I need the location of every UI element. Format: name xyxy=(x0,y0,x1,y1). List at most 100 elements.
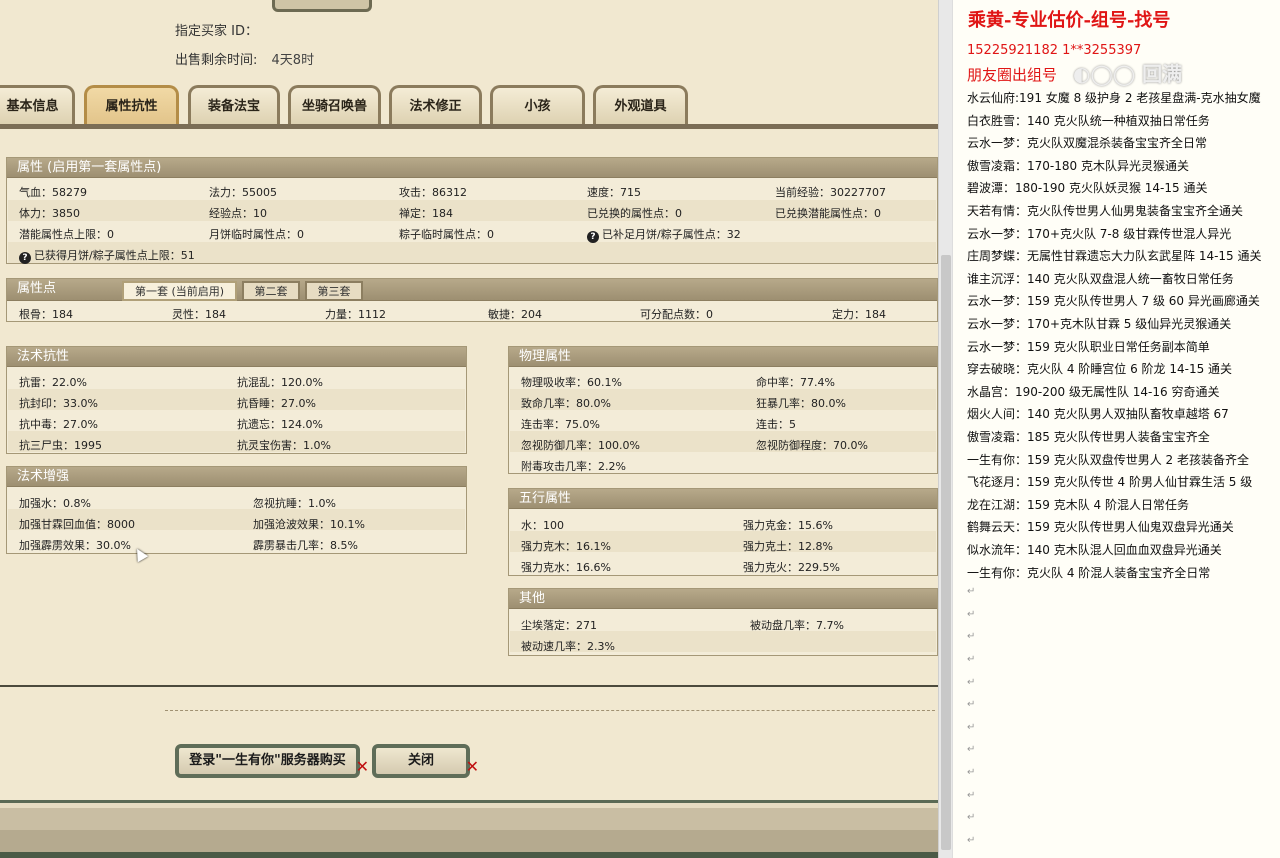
zongzi-temp-value: 粽子临时属性点：0 xyxy=(399,228,494,241)
note-line: 飞花逐月：159 克火队传世 4 阶男人仙甘霖生活 5 级 xyxy=(967,475,1253,490)
resist-lingbao: 抗灵宝伤害：1.0% xyxy=(237,439,331,452)
note-line: 云水一梦：159 克火队传世男人 7 级 60 异光画廊通关 xyxy=(967,294,1260,309)
note-line: 云水一梦：159 克火队职业日常任务副本简单 xyxy=(967,339,1210,354)
help-icon[interactable]: ? xyxy=(19,252,31,264)
note-line: 一生有你：克火队 4 阶混人装备宝宝齐全日常 xyxy=(967,565,1211,580)
vertical-scrollbar[interactable] xyxy=(938,0,952,858)
combo-rate: 连击率：75.0% xyxy=(521,418,600,431)
note-line: 傲雪凌霜：170-180 克木队异光灵猴通关 xyxy=(967,158,1189,173)
constitution-value: 根骨：184 xyxy=(19,308,73,321)
remaining-time-label: 出售剩余时间: xyxy=(175,53,258,68)
tab-baseline xyxy=(0,124,940,129)
paragraph-mark-icon: ↵ xyxy=(967,586,976,598)
buyer-id-label: 指定买家 ID： xyxy=(175,24,258,39)
subtab-set-1[interactable]: 第一套 (当前启用) xyxy=(122,281,237,301)
spirit-value: 灵性：184 xyxy=(172,308,226,321)
attribute-points-box: 属性点 第一套 (当前启用) 第二套 第三套 根骨：184 灵性：184 力量：… xyxy=(6,278,938,322)
tab-appearance[interactable]: 外观道具 xyxy=(593,85,688,125)
paragraph-mark-icon: ↵ xyxy=(967,812,976,824)
buyer-id-row: 指定买家 ID： xyxy=(175,20,268,39)
mp-value: 法力：55005 xyxy=(209,186,277,199)
obtained-limit-value: ? 已获得月饼/粽子属性点上限：51 xyxy=(19,247,195,264)
strength-value: 力量：1112 xyxy=(325,308,386,321)
main-tabs: 基本信息 属性抗性 装备法宝 坐骑召唤兽 法术修正 小孩 外观道具 xyxy=(0,85,940,125)
combo-count: 连击：5 xyxy=(756,418,796,431)
strong-vs-fire: 强力克火：229.5% xyxy=(743,561,840,574)
tab-spell-correction[interactable]: 法术修正 xyxy=(389,85,482,125)
spell-resist-box: 法术抗性 抗雷：22.0% 抗混乱：120.0% 抗封印：33.0% 抗昏睡：2… xyxy=(6,346,467,454)
note-friend-circle: 朋友圈出组号 xyxy=(967,66,1058,84)
physical-box: 物理属性 物理吸收率：60.1% 命中率：77.4% 致命几率：80.0% 狂暴… xyxy=(508,346,938,474)
note-line: 白衣胜雪：140 克火队统一种植双抽日常任务 xyxy=(967,113,1210,128)
stamina-value: 体力：3850 xyxy=(19,207,80,220)
paragraph-mark-icon: ↵ xyxy=(967,654,976,665)
paragraph-mark-icon: ↵ xyxy=(967,721,976,733)
dotted-divider xyxy=(165,710,935,711)
strong-vs-wood: 强力克木：16.1% xyxy=(521,540,611,553)
five-elements-box: 五行属性 水：100 强力克金：15.6% 强力克木：16.1% 强力克土：12… xyxy=(508,488,938,576)
exp-points-value: 经验点：10 xyxy=(209,207,267,220)
tab-attributes-resist[interactable]: 属性抗性 xyxy=(84,85,179,125)
note-line: 谁主沉浮：140 克火队双盘混人统一畜牧日常任务 xyxy=(967,271,1234,286)
strong-vs-metal: 强力克金：15.6% xyxy=(743,519,833,532)
meditation-value: 禅定：184 xyxy=(399,207,453,220)
element-water: 水：100 xyxy=(521,519,564,532)
tab-equipment[interactable]: 装备法宝 xyxy=(188,85,280,125)
tab-basic-info[interactable]: 基本信息 xyxy=(0,85,75,125)
note-line: 云水一梦：170+克木队甘霖 5 级仙异光灵猴通关 xyxy=(967,317,1232,331)
tab-child[interactable]: 小孩 xyxy=(490,85,585,125)
resist-seal: 抗封印：33.0% xyxy=(19,397,98,410)
resist-forget: 抗遗忘：124.0% xyxy=(237,418,323,431)
exp-value: 当前经验：30227707 xyxy=(775,186,886,199)
close-button[interactable]: 关闭 ✕ xyxy=(372,744,479,778)
paragraph-mark-icon: ↵ xyxy=(967,699,976,711)
note-line: 穿去破晓：克火队 4 阶睡宫位 6 阶龙 14-15 通关 xyxy=(967,362,1233,377)
paragraph-mark-icon: ↵ xyxy=(967,744,976,756)
paragraph-mark-icon: ↵ xyxy=(967,631,976,643)
paragraph-mark-icon: ↵ xyxy=(967,608,976,620)
note-document: 乘黄-专业估价-组号-找号 15225921182 1**3255397 朋友圈… xyxy=(952,0,1280,858)
buy-button[interactable]: 登录"一生有你"服务器购买 ✕ xyxy=(175,744,369,778)
endurance-value: 定力：184 xyxy=(832,308,886,321)
subtab-set-3[interactable]: 第三套 xyxy=(305,281,363,301)
note-line: 似水流年：140 克木队混人回血血双盘异光通关 xyxy=(967,543,1222,557)
boost-cangbo: 加强沧波效果：10.1% xyxy=(253,518,365,531)
note-line: 一生有你：159 克火队双盘传世男人 2 老孩装备齐全 xyxy=(967,452,1249,467)
hit-rate: 命中率：77.4% xyxy=(756,376,835,389)
ignore-sleep-resist: 忽视抗睡：1.0% xyxy=(253,497,336,510)
bid-button-partial[interactable] xyxy=(272,0,372,12)
note-line: 庄周梦蝶：无属性甘霖遗忘大力队玄武星阵 14-15 通关 xyxy=(967,249,1262,264)
help-icon[interactable]: ? xyxy=(587,231,599,243)
subtab-set-2[interactable]: 第二套 xyxy=(242,281,300,301)
strong-vs-earth: 强力克土：12.8% xyxy=(743,540,833,553)
spell-boost-box: 法术增强 加强水：0.8% 忽视抗睡：1.0% 加强甘霖回血值：8000 加强沧… xyxy=(6,466,467,554)
paragraph-mark-icon: ↵ xyxy=(967,789,976,801)
attack-value: 攻击：86312 xyxy=(399,186,467,199)
poison-attack-chance: 附毒攻击几率：2.2% xyxy=(521,460,626,473)
agility-value: 敏捷：204 xyxy=(488,308,542,321)
tab-mounts-summons[interactable]: 坐骑召唤兽 xyxy=(288,85,381,125)
attributes-box: 属性 (启用第一套属性点) 气血：58279 法力：55005 攻击：86312… xyxy=(6,157,938,264)
potential-limit-value: 潜能属性点上限：0 xyxy=(19,228,114,241)
mooncake-temp-value: 月饼临时属性点：0 xyxy=(209,228,304,241)
attributes-title: 属性 (启用第一套属性点) xyxy=(7,158,937,178)
exchanged-points-value: 已兑换的属性点：0 xyxy=(587,207,682,220)
five-elements-title: 五行属性 xyxy=(509,489,937,509)
decorative-footer xyxy=(0,800,940,858)
passive-pan-chance: 被动盘几率：7.7% xyxy=(750,619,844,632)
divider-line xyxy=(0,685,940,687)
other-box: 其他 尘埃落定：271 被动盘几率：7.7% 被动速几率：2.3% xyxy=(508,588,938,656)
remaining-time-value: 4天8时 xyxy=(271,53,315,68)
spell-resist-title: 法术抗性 xyxy=(7,347,466,367)
hp-value: 气血：58279 xyxy=(19,186,87,199)
note-line: 水晶宫：190-200 级无属性队 14-16 穷奇通关 xyxy=(967,384,1220,399)
boost-pili: 加强霹雳效果：30.0% xyxy=(19,539,131,552)
note-line: 碧波潭：180-190 克火队妖灵猴 14-15 通关 xyxy=(967,181,1208,196)
crit-chance: 致命几率：80.0% xyxy=(521,397,611,410)
free-points-value: 可分配点数：0 xyxy=(640,308,713,321)
scrollbar-thumb[interactable] xyxy=(941,255,951,850)
note-line: 云水一梦：170+克火队 7-8 级甘霖传世混人异光 xyxy=(967,226,1232,241)
note-line: 水云仙府:191 女魔 8 级护身 2 老孩星盘满-克水抽女魔 xyxy=(967,91,1261,105)
paragraph-mark-icon: ↵ xyxy=(967,767,976,778)
spell-boost-title: 法术增强 xyxy=(7,467,466,487)
